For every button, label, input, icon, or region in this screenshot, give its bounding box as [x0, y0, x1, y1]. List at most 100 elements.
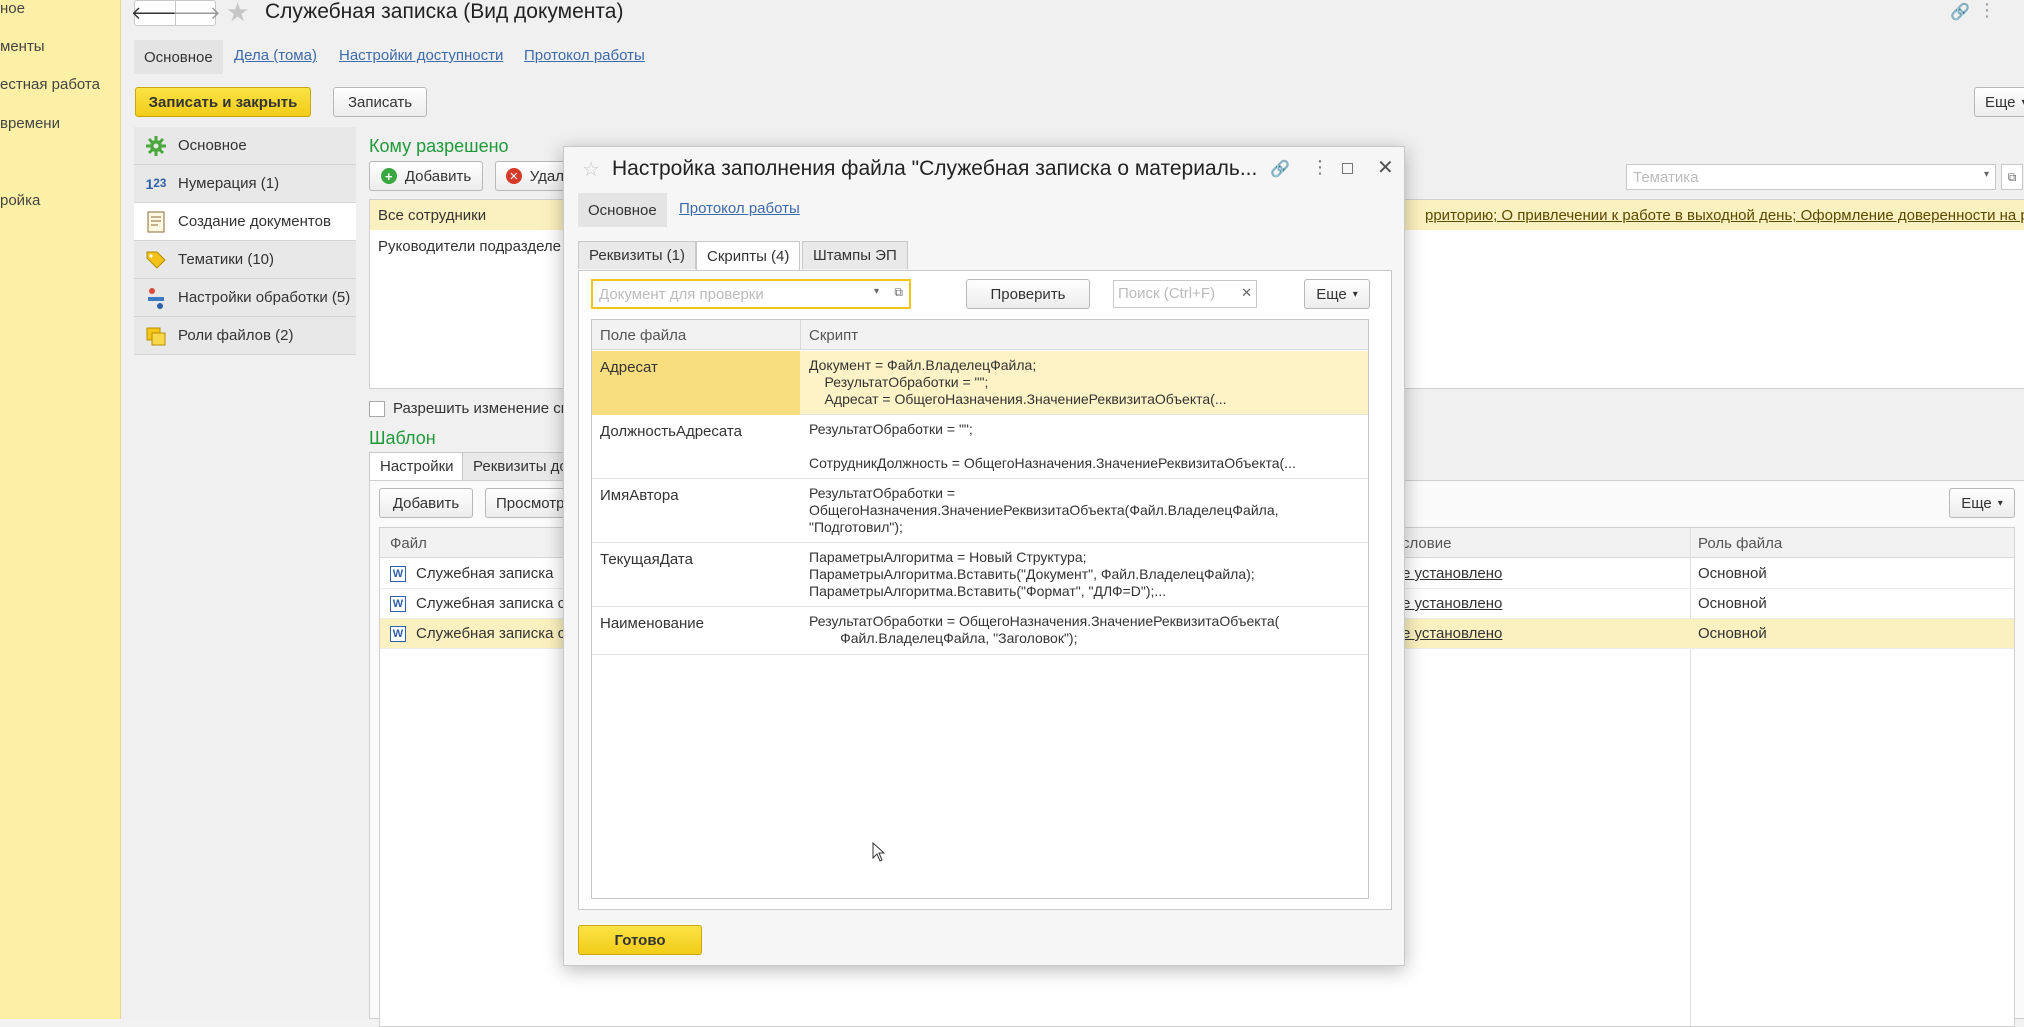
- col-file-header[interactable]: Файл: [390, 535, 427, 552]
- nav-item-main[interactable]: Основное: [134, 127, 356, 165]
- tab-work-log[interactable]: Протокол работы: [524, 47, 645, 64]
- gear-icon: [144, 134, 168, 158]
- col-field-header[interactable]: Поле файла: [600, 327, 686, 344]
- sidebar-item-1[interactable]: менты: [0, 38, 45, 55]
- template-add-button[interactable]: Добавить: [379, 488, 473, 518]
- open-icon[interactable]: ⧉: [2001, 164, 2023, 190]
- nav-item-file-roles[interactable]: Роли файлов (2): [134, 317, 356, 355]
- more-button-label: Еще: [1985, 93, 2016, 111]
- template-row-condition[interactable]: е установлено: [1402, 625, 1502, 642]
- dialog-more-icon[interactable]: ⋮: [1311, 157, 1329, 178]
- tab-main-label: Основное: [144, 48, 213, 66]
- tab-volumes[interactable]: Дела (тома): [234, 47, 317, 64]
- table-row[interactable]: ТекущаяДата ПараметрыАлгоритма = Новый С…: [592, 543, 1368, 607]
- close-icon[interactable]: ✕: [1377, 155, 1394, 180]
- more-button[interactable]: Еще▾: [1974, 87, 2024, 117]
- maximize-icon[interactable]: [1342, 163, 1353, 174]
- allowed-row-0[interactable]: Все сотрудники: [378, 207, 486, 224]
- subtab-scripts[interactable]: Скрипты (4): [696, 241, 801, 270]
- allowed-topics-text[interactable]: рриторию; О привлечении к работе в выход…: [1425, 207, 2024, 224]
- sidebar-item-0[interactable]: ное: [0, 0, 25, 17]
- template-more-label: Еще: [1961, 494, 1992, 512]
- nav-item-numbering-label: Нумерация (1): [178, 175, 280, 192]
- subtab-attributes-label: Реквизиты (1): [589, 247, 686, 264]
- allowed-row-1[interactable]: Руководители подразделе: [378, 238, 561, 255]
- chevron-down-icon[interactable]: ▾: [874, 286, 879, 297]
- table-row[interactable]: Наименование РезультатОбработки = Общего…: [592, 607, 1368, 655]
- chevron-down-icon[interactable]: ▾: [1984, 169, 1989, 180]
- processing-settings-icon: [144, 286, 168, 310]
- template-tab-attributes[interactable]: Реквизиты до: [462, 452, 579, 480]
- add-allowed-button[interactable]: + Добавить: [369, 161, 483, 191]
- forward-arrow-icon[interactable]: 🡒: [172, 1, 220, 25]
- tab-main[interactable]: Основное: [134, 40, 223, 74]
- sidebar-item-2[interactable]: естная работа: [0, 76, 100, 93]
- template-row-condition[interactable]: е установлено: [1402, 565, 1502, 582]
- template-row-file: Служебная записка с: [416, 595, 566, 612]
- save-button[interactable]: Записать: [333, 87, 427, 117]
- allow-change-checkbox[interactable]: [369, 401, 385, 417]
- doc-check-input[interactable]: Документ для проверки ▾ ⧉: [591, 279, 911, 309]
- search-input[interactable]: Поиск (Ctrl+F) ✕: [1113, 280, 1257, 308]
- template-more-button[interactable]: Еще ▾: [1949, 488, 2015, 518]
- word-icon: W: [390, 596, 406, 612]
- template-row-role: Основной: [1698, 595, 1767, 612]
- sidebar-item-3[interactable]: времени: [0, 115, 60, 132]
- col-condition-header[interactable]: словие: [1402, 535, 1451, 552]
- subtab-stamps[interactable]: Штампы ЭП: [802, 241, 908, 269]
- script-row-field: ТекущаяДата: [600, 551, 693, 568]
- topic-field-placeholder: Тематика: [1633, 169, 1699, 186]
- script-row-field: ДолжностьАдресата: [600, 423, 742, 440]
- back-arrow-icon[interactable]: 🡐: [131, 1, 179, 25]
- topic-field[interactable]: Тематика ▾: [1626, 164, 1996, 190]
- table-row[interactable]: Адресат Документ = Файл.ВладелецФайла; Р…: [592, 351, 1368, 415]
- check-button[interactable]: Проверить: [966, 279, 1090, 309]
- template-row-role: Основной: [1698, 625, 1767, 642]
- script-row-field: Наименование: [600, 615, 704, 632]
- dialog-more-button[interactable]: Еще ▾: [1304, 279, 1370, 309]
- star-icon[interactable]: ★: [226, 0, 249, 28]
- script-row-script: ПараметрыАлгоритма = Новый Структура; Па…: [809, 549, 1255, 599]
- template-view-button[interactable]: Просмотр: [485, 488, 575, 518]
- dialog-tab-main[interactable]: Основное: [578, 193, 667, 227]
- clear-search-icon[interactable]: ✕: [1241, 285, 1252, 301]
- template-tab-settings-label: Настройки: [380, 458, 454, 475]
- subtab-attributes[interactable]: Реквизиты (1): [578, 241, 697, 269]
- table-row[interactable]: ИмяАвтора РезультатОбработки = ОбщегоНаз…: [592, 479, 1368, 543]
- numbering-icon: 123: [145, 175, 167, 192]
- chevron-down-icon: ▾: [1352, 288, 1358, 300]
- template-section-title: Шаблон: [369, 428, 436, 448]
- nav-item-file-roles-label: Роли файлов (2): [178, 327, 294, 344]
- dialog-star-icon[interactable]: ☆: [582, 157, 600, 182]
- save-and-close-button[interactable]: Записать и закрыть: [135, 87, 311, 117]
- nav-item-topics[interactable]: Тематики (10): [134, 241, 356, 279]
- allowed-section-title: Кому разрешено: [369, 136, 509, 156]
- script-row-script: РезультатОбработки = ОбщегоНазначения.Зн…: [809, 613, 1280, 646]
- nav-item-processing[interactable]: Настройки обработки (5): [134, 279, 356, 317]
- doc-check-placeholder: Документ для проверки: [599, 286, 764, 303]
- template-row-condition[interactable]: е установлено: [1402, 595, 1502, 612]
- tag-icon: [144, 248, 168, 272]
- sidebar-item-4[interactable]: ройка: [0, 192, 40, 209]
- nav-item-doc-creation[interactable]: Создание документов: [134, 203, 356, 241]
- table-row[interactable]: ДолжностьАдресата РезультатОбработки = "…: [592, 415, 1368, 479]
- col-script-header[interactable]: Скрипт: [809, 327, 858, 344]
- left-app-sidebar: ное менты естная работа времени ройка: [0, 0, 121, 1019]
- scripts-grid: Поле файла Скрипт Адресат Документ = Фай…: [591, 319, 1369, 899]
- delete-allowed-label: Удал: [529, 167, 564, 185]
- word-icon: W: [390, 626, 406, 642]
- dialog-tab-work-log[interactable]: Протокол работы: [679, 200, 800, 217]
- template-tab-settings[interactable]: Настройки: [369, 452, 465, 480]
- more-vert-icon[interactable]: ⋮: [1978, 0, 1996, 21]
- tab-access-settings[interactable]: Настройки доступности: [339, 47, 503, 64]
- file-roles-icon: [144, 324, 168, 348]
- done-button[interactable]: Готово: [578, 925, 702, 955]
- subtab-scripts-label: Скрипты (4): [707, 247, 790, 265]
- nav-item-numbering[interactable]: 123 Нумерация (1): [134, 165, 356, 203]
- open-icon[interactable]: ⧉: [894, 285, 903, 300]
- allow-change-label: Разрешить изменение сп: [393, 400, 569, 417]
- template-row-role: Основной: [1698, 565, 1767, 582]
- link-icon[interactable]: 🔗: [1950, 2, 1970, 22]
- dialog-link-icon[interactable]: 🔗: [1270, 159, 1290, 179]
- col-role-header[interactable]: Роль файла: [1698, 535, 1782, 552]
